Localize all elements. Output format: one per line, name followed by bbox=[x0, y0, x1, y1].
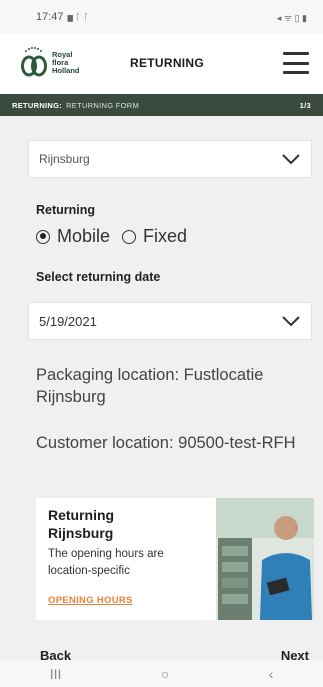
radio-mobile-label: Mobile bbox=[57, 226, 111, 246]
chevron-down-icon bbox=[282, 316, 300, 327]
opening-hours-link[interactable]: OPENING HOURS bbox=[48, 595, 133, 606]
tulip-logo-icon bbox=[21, 47, 47, 77]
home-icon[interactable]: ○ bbox=[161, 666, 169, 682]
logo-wordmark: Royal flora Holland bbox=[52, 51, 80, 75]
page-title: RETURNING bbox=[130, 56, 205, 70]
radio-mobile[interactable]: Mobile bbox=[36, 226, 110, 247]
progress-step: 1/3 bbox=[299, 100, 311, 110]
menu-icon[interactable] bbox=[283, 52, 309, 74]
royal-flora-holland-logo[interactable]: Royal flora Holland bbox=[20, 43, 100, 83]
promo-title-line-2: Rijnsburg bbox=[48, 525, 114, 541]
location-select[interactable]: Rijnsburg bbox=[28, 140, 312, 178]
returning-label: Returning bbox=[36, 203, 96, 217]
system-navigation-bar: III ○ ‹ bbox=[0, 660, 323, 687]
promo-title-line-1: Returning bbox=[48, 507, 115, 523]
radio-fixed[interactable]: Fixed bbox=[122, 226, 187, 247]
progress-label: RETURNING FORM bbox=[66, 100, 140, 110]
progress-section: RETURNING: bbox=[12, 100, 63, 110]
radio-fixed-dot bbox=[122, 229, 137, 244]
logo-line-3: Holland bbox=[52, 66, 80, 75]
chevron-down-icon bbox=[282, 154, 300, 165]
app-header: Royal flora Holland RETURNING bbox=[0, 34, 323, 94]
status-time: 17:47 bbox=[36, 11, 64, 23]
promo-title: Returning Rijnsburg bbox=[48, 506, 114, 542]
system-status-icons: ◂ ᯤ ▯ ▮ bbox=[276, 12, 307, 23]
location-select-value: Rijnsburg bbox=[39, 152, 90, 166]
customer-location-text: Customer location: 90500-test-RFH bbox=[36, 434, 296, 452]
date-select[interactable]: 5/19/2021 bbox=[28, 302, 312, 340]
promo-description: The opening hours are location-specific bbox=[48, 548, 164, 577]
notification-icons: ▆ ᛚ ᛚ bbox=[67, 12, 89, 22]
status-left: 17:47 ▆ ᛚ ᛚ bbox=[36, 11, 89, 23]
radio-mobile-dot bbox=[36, 229, 50, 244]
radio-fixed-label: Fixed bbox=[143, 226, 188, 246]
packaging-location-text: Packaging location: Fustlocatie Rijnsbur… bbox=[36, 366, 264, 406]
status-bar: 17:47 ▆ ᛚ ᛚ ◂ ᯤ ▯ ▮ bbox=[0, 0, 323, 34]
worker-photo bbox=[216, 498, 314, 620]
returning-radio-group: Mobile Fixed bbox=[36, 226, 199, 247]
date-label: Select returning date bbox=[36, 270, 161, 284]
status-right: ◂ ᯤ ▯ ▮ bbox=[277, 11, 307, 24]
recent-apps-icon[interactable]: III bbox=[50, 666, 62, 682]
back-nav-icon[interactable]: ‹ bbox=[269, 666, 274, 682]
progress-strip: RETURNING: RETURNING FORM 1/3 bbox=[0, 94, 323, 116]
date-select-value: 5/19/2021 bbox=[39, 313, 97, 329]
opening-hours-card: Returning Rijnsburg The opening hours ar… bbox=[36, 498, 314, 620]
